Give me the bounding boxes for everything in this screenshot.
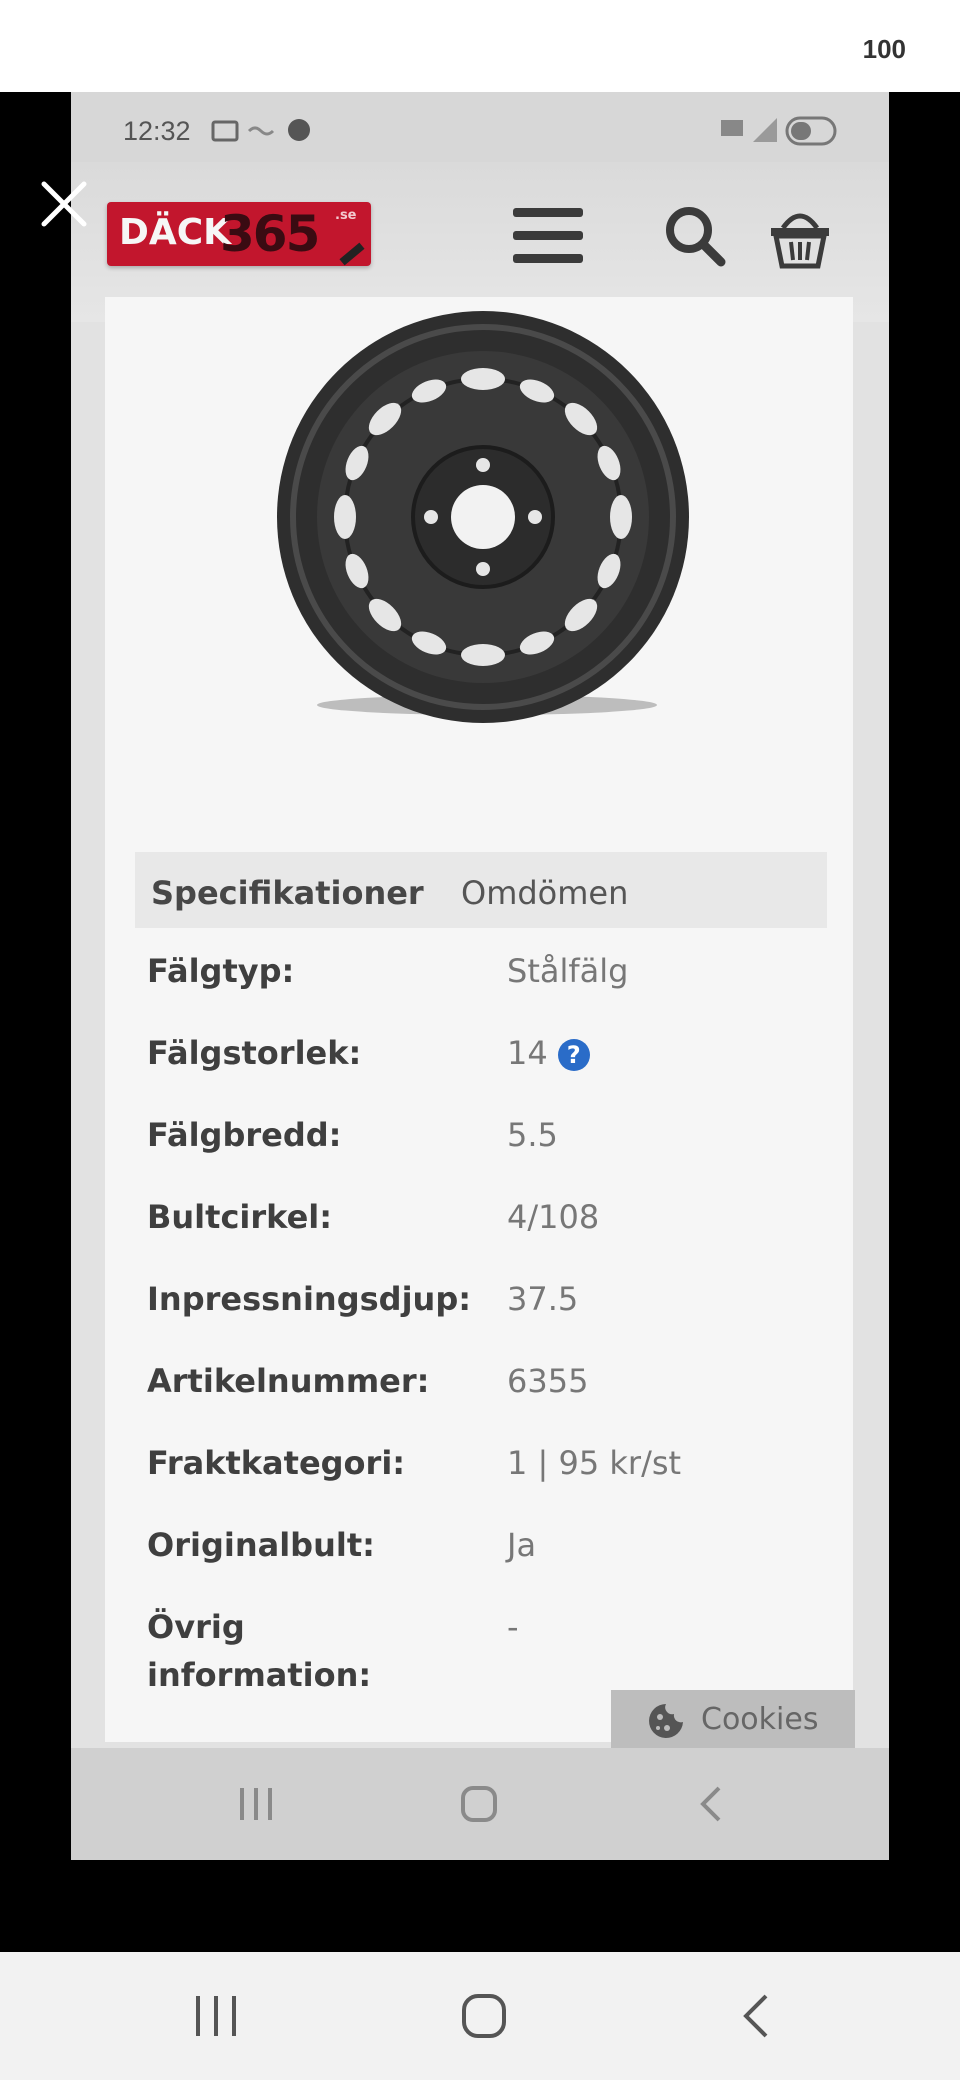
- spec-label: Bultcirkel:: [147, 1198, 333, 1236]
- spec-label: Inpressningsdjup:: [147, 1280, 472, 1318]
- logo-text-dack: DÄCK: [119, 212, 232, 253]
- tab-specifikationer[interactable]: Specifikationer: [151, 874, 424, 912]
- spec-value: Ja: [507, 1526, 537, 1564]
- spec-label: Fälgbredd:: [147, 1116, 342, 1154]
- steel-wheel-image: [277, 311, 689, 723]
- cookies-label: Cookies: [701, 1702, 819, 1737]
- back-button[interactable]: [732, 1992, 780, 2040]
- spec-label: Övrig information:: [147, 1608, 372, 1694]
- spec-label: Originalbult:: [147, 1526, 375, 1564]
- spec-value: 4/108: [507, 1198, 600, 1236]
- help-icon[interactable]: ?: [557, 1039, 590, 1071]
- cookies-button[interactable]: Cookies: [611, 1690, 855, 1750]
- spec-value: 37.5: [507, 1280, 579, 1318]
- logo-text-365: 365: [220, 205, 320, 263]
- spec-label: Artikelnummer:: [147, 1362, 430, 1400]
- logo-text-se: .se: [335, 208, 357, 223]
- screenshot-content: 12:32 DÄCK 365 .se Specifikationer Omdöm…: [71, 92, 889, 1860]
- system-nav-bar: [0, 1952, 960, 2080]
- back-icon: [700, 1786, 721, 1822]
- product-content: Specifikationer Omdömen Fälgtyp: Stålfäl…: [105, 297, 853, 1742]
- spec-value: Stålfälg: [507, 952, 629, 990]
- spec-value: -: [507, 1608, 519, 1646]
- close-button[interactable]: [36, 176, 92, 232]
- product-tabs: Specifikationer Omdömen: [135, 852, 827, 928]
- home-icon: [461, 1786, 497, 1822]
- menu-icon[interactable]: [511, 204, 585, 268]
- spec-value: 6355: [507, 1362, 589, 1400]
- logo-slash-mark: [339, 242, 365, 266]
- battery-signal-icons: [721, 116, 837, 146]
- close-icon: [41, 181, 87, 227]
- spec-label: Fraktkategori:: [147, 1444, 406, 1482]
- cart-icon[interactable]: [767, 204, 833, 270]
- spec-value: 14: [507, 1034, 548, 1072]
- spec-value-with-help: 14?: [507, 1029, 590, 1077]
- viewer-top-bar: 100: [0, 0, 960, 92]
- cookie-icon: [649, 1704, 683, 1738]
- recorded-nav-bar: [71, 1748, 889, 1860]
- spec-value: 1 | 95 kr/st: [507, 1444, 682, 1482]
- tab-omdomen[interactable]: Omdömen: [461, 874, 628, 912]
- home-button[interactable]: [460, 1992, 508, 2040]
- search-icon[interactable]: [663, 204, 727, 268]
- status-bar: 12:32: [71, 92, 889, 162]
- spec-label: Fälgtyp:: [147, 952, 295, 990]
- notification-icons: [211, 119, 310, 142]
- spec-value: 5.5: [507, 1116, 558, 1154]
- site-logo[interactable]: DÄCK 365 .se: [107, 202, 371, 266]
- recent-apps-button[interactable]: [192, 1992, 240, 2040]
- image-counter: 100: [862, 34, 906, 64]
- status-time: 12:32: [123, 116, 191, 146]
- recent-apps-icon: [240, 1788, 272, 1820]
- spec-label: Fälgstorlek:: [147, 1034, 362, 1072]
